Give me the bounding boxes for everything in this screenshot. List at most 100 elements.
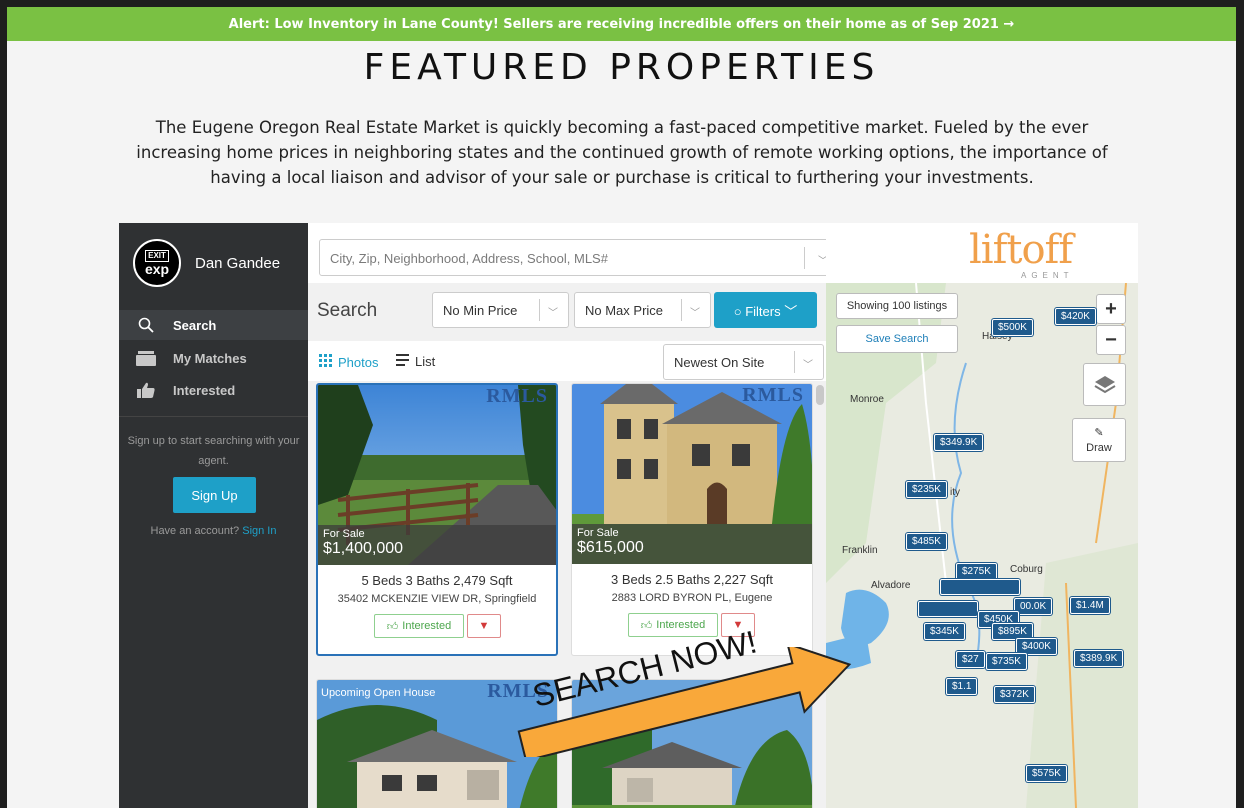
sidebar-item-my-matches[interactable]: My Matches [119, 343, 308, 373]
list-icon [396, 354, 409, 369]
map-price-pin[interactable]: $372K [994, 686, 1035, 703]
alert-text[interactable]: Alert: Low Inventory in Lane County! Sel… [229, 17, 1015, 32]
search-icon [135, 317, 157, 333]
sidebar-item-label: Interested [173, 382, 236, 398]
save-search-label: Save Search [865, 333, 929, 345]
select-separator [681, 299, 682, 321]
rmls-logo: RMLS [742, 384, 804, 406]
min-price-select[interactable]: No Min Price ﹀ [432, 292, 569, 328]
page-title: FEATURED PROPERTIES [363, 47, 880, 88]
map-price-pin-cluster[interactable] [918, 601, 978, 617]
map-price-pin-cluster[interactable] [940, 579, 1020, 595]
select-separator [794, 351, 795, 373]
layers-button[interactable] [1083, 363, 1126, 406]
brokerage-logo: EXIT exp [133, 239, 181, 287]
map-price-pin[interactable]: $345K [924, 623, 965, 640]
sidebar-divider [119, 416, 308, 417]
map-price-pin[interactable]: $485K [906, 533, 947, 550]
chevron-down-icon: ﹀ [803, 360, 813, 371]
save-search-button[interactable]: Save Search [836, 325, 958, 353]
thumbs-down-icon: ▼ [478, 620, 490, 632]
map-price-pin[interactable]: $500K [992, 319, 1033, 336]
max-price-value: No Max Price [585, 302, 664, 318]
grid-icon [319, 354, 332, 370]
thumbs-up-icon [135, 382, 157, 398]
map-price-pin[interactable]: $275K [956, 563, 997, 580]
search-input[interactable] [330, 248, 800, 268]
interested-button[interactable]: 👍︎ Interested [374, 614, 464, 638]
sidebar-item-interested[interactable]: Interested [119, 375, 308, 405]
filters-button[interactable]: ○ Filters ﹀ [714, 292, 817, 328]
zoom-in-button[interactable]: + [1096, 294, 1126, 324]
results-scrollbar[interactable] [816, 385, 824, 405]
thumbs-up-icon: 👍︎ [640, 619, 653, 632]
agent-name: Dan Gandee [195, 254, 281, 272]
view-photos-label: Photos [338, 354, 379, 370]
logo-exp-text: exp [144, 261, 170, 277]
map-town-label: Alvadore [871, 580, 911, 591]
draw-label: Draw [1086, 442, 1112, 454]
listing-card[interactable]: RMLS For Sale $1,400,000 5 Beds 3 Baths … [316, 383, 558, 656]
zoom-in-icon: + [1105, 297, 1117, 320]
map-price-pin[interactable]: $420K [1055, 308, 1096, 325]
view-list-toggle[interactable]: List [396, 354, 435, 369]
view-photos-toggle[interactable]: Photos [319, 354, 378, 370]
sign-in-link[interactable]: Sign In [242, 525, 276, 537]
not-interested-button[interactable]: ▼ [467, 614, 501, 638]
signup-prompt: Sign up to start searching with your age… [127, 435, 300, 467]
select-separator [539, 299, 540, 321]
zoom-out-button[interactable]: − [1096, 325, 1126, 355]
matches-icon [135, 350, 157, 366]
map-price-pin[interactable]: $235K [906, 481, 947, 498]
listing-price: $615,000 [577, 539, 644, 556]
map-price-pin[interactable]: $735K [986, 653, 1027, 670]
chevron-down-icon: ﹀ [690, 308, 700, 319]
map-town-label: Coburg [1010, 564, 1043, 575]
search-heading: Search [317, 300, 378, 321]
location-search[interactable]: ﹀ [319, 239, 841, 276]
have-account-text: Have an account? Sign In [119, 525, 308, 537]
listing-specs: 5 Beds 3 Baths 2,479 Sqft [361, 573, 513, 588]
layers-icon [1093, 375, 1116, 393]
agent-brand: EXIT exp Dan Gandee [133, 239, 280, 287]
sidebar: EXIT exp Dan Gandee Search My Matches In… [119, 223, 308, 808]
sort-select[interactable]: Newest On Site ﹀ [663, 344, 824, 380]
alert-banner[interactable]: Alert: Low Inventory in Lane County! Sel… [7, 7, 1236, 41]
map-town-label: Monroe [850, 394, 884, 405]
chevron-down-icon: ﹀ [548, 308, 558, 319]
sidebar-item-label: My Matches [173, 350, 247, 366]
sort-value: Newest On Site [674, 354, 765, 370]
filters-label: Filters [745, 303, 781, 319]
map-price-pin[interactable]: $27 [956, 651, 985, 668]
liftoff-logo: liftoff [969, 227, 1073, 273]
search-now-callout[interactable]: SEARCH NOW! [499, 624, 899, 762]
listing-address[interactable]: 35402 MCKENZIE VIEW DR, Springfield [318, 593, 556, 605]
draw-button[interactable]: ✎ Draw [1072, 418, 1126, 462]
sign-up-button[interactable]: Sign Up [173, 477, 256, 513]
listing-count-badge: Showing 100 listings [836, 293, 958, 319]
have-account-label: Have an account? [150, 525, 240, 537]
interested-button[interactable]: 👍︎ Interested [628, 613, 718, 637]
max-price-select[interactable]: No Max Price ﹀ [574, 292, 711, 328]
input-separator [804, 247, 805, 269]
map-price-pin[interactable]: $389.9K [1074, 650, 1124, 667]
map-price-pin[interactable]: $1.1 [946, 678, 978, 695]
price-band: For Sale $615,000 [572, 524, 812, 564]
sidebar-item-search[interactable]: Search [119, 310, 308, 340]
page: Alert: Low Inventory in Lane County! Sel… [7, 7, 1236, 808]
listing-count-text: Showing 100 listings [846, 300, 948, 312]
map-price-pin[interactable]: $575K [1026, 765, 1067, 782]
intro-paragraph: The Eugene Oregon Real Estate Market is … [136, 118, 1108, 187]
map-price-pin[interactable]: $349.9K [934, 434, 984, 451]
open-house-badge: Upcoming Open House [321, 687, 436, 699]
liftoff-logo-sub: AGENT [1021, 271, 1074, 280]
map-town-label: Franklin [842, 545, 878, 556]
min-price-value: No Min Price [443, 302, 518, 318]
listing-specs: 3 Beds 2.5 Baths 2,227 Sqft [611, 572, 773, 587]
listing-price: $1,400,000 [323, 540, 404, 557]
map-price-pin[interactable]: 00.0K [1014, 598, 1053, 615]
listing-status: For Sale [323, 528, 365, 540]
map-price-pin[interactable]: $1.4M [1070, 597, 1110, 614]
listing-address[interactable]: 2883 LORD BYRON PL, Eugene [572, 592, 812, 604]
listing-card[interactable]: RMLS For Sale $615,000 3 Beds 2.5 Baths … [571, 383, 813, 656]
